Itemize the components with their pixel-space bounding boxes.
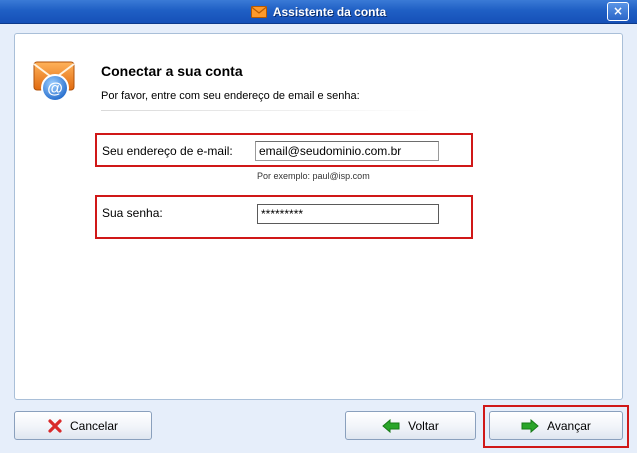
- close-button[interactable]: ×: [607, 2, 629, 21]
- window-title: Assistente da conta: [272, 5, 387, 19]
- content-panel: @ Conectar a sua conta Por favor, entre …: [14, 33, 623, 400]
- email-label: Seu endereço de e-mail:: [102, 144, 233, 158]
- password-label: Sua senha:: [102, 206, 163, 220]
- header-divider: [101, 110, 431, 111]
- email-account-icon: @: [33, 61, 75, 102]
- page-subheading: Por favor, entre com seu endereço de ema…: [101, 90, 360, 102]
- red-x-icon: [48, 418, 62, 433]
- close-icon: ×: [612, 4, 624, 18]
- back-label: Voltar: [408, 418, 439, 433]
- email-field[interactable]: [255, 141, 439, 161]
- envelope-icon: [250, 6, 267, 18]
- green-arrow-left-icon: [382, 418, 400, 433]
- cancel-button[interactable]: Cancelar: [14, 411, 152, 440]
- email-example-hint: Por exemplo: paul@isp.com: [257, 171, 370, 181]
- svg-text:@: @: [47, 81, 63, 98]
- back-button[interactable]: Voltar: [345, 411, 476, 440]
- account-wizard-window: Assistente da conta × @ Conectar a sua c…: [0, 0, 637, 453]
- password-field[interactable]: [257, 204, 439, 224]
- page-heading: Conectar a sua conta: [101, 63, 243, 79]
- next-label: Avançar: [547, 418, 591, 433]
- next-button[interactable]: Avançar: [489, 411, 623, 440]
- green-arrow-right-icon: [521, 418, 539, 433]
- title-bar[interactable]: Assistente da conta ×: [0, 0, 637, 24]
- cancel-label: Cancelar: [69, 418, 119, 433]
- title-wrap: Assistente da conta: [0, 0, 637, 24]
